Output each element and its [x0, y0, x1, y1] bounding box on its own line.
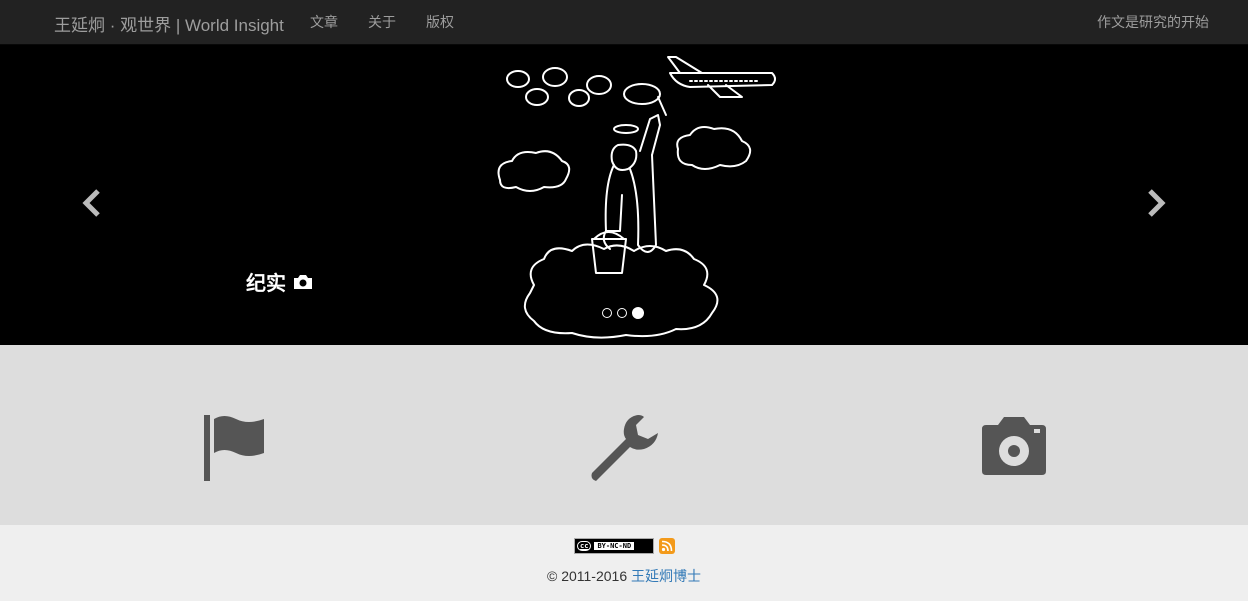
caption-text: 纪实	[246, 273, 286, 295]
camera-icon	[294, 274, 312, 289]
footer: cc BY-NC-ND © 2011-2016 王延炯博士	[0, 525, 1248, 601]
wrench-icon	[591, 415, 658, 481]
rss-button[interactable]	[659, 538, 675, 554]
carousel-next-button[interactable]	[1140, 183, 1170, 223]
footer-badges: cc BY-NC-ND	[574, 538, 675, 554]
nav-item-articles[interactable]: 文章	[310, 12, 338, 32]
cc-icon: cc	[577, 541, 592, 551]
carousel-indicator-2[interactable]	[617, 308, 627, 318]
carousel-indicator-1[interactable]	[602, 308, 612, 318]
rss-icon	[661, 540, 673, 552]
features-section	[0, 345, 1248, 525]
chevron-left-icon	[82, 189, 100, 217]
feature-camera-link[interactable]	[978, 413, 1050, 482]
copyright-text: © 2011-2016	[546, 568, 628, 584]
angel-illustration	[497, 56, 776, 339]
nav-item-about[interactable]: 关于	[368, 12, 396, 32]
navbar: 王延炯 · 观世界 | World Insight 文章 关于 版权 作文是研究…	[0, 0, 1248, 45]
carousel-prev-button[interactable]	[78, 183, 108, 223]
copyright: © 2011-2016 王延炯博士	[0, 566, 1248, 586]
carousel-indicators	[602, 307, 644, 319]
carousel-caption: 纪实	[246, 267, 314, 296]
feature-wrench-link[interactable]	[588, 413, 660, 490]
author-link[interactable]: 王延炯博士	[631, 568, 701, 584]
license-text: BY-NC-ND	[594, 542, 635, 550]
brand-link[interactable]: 王延炯 · 观世界 | World Insight	[54, 11, 284, 36]
carousel: 纪实	[0, 45, 1248, 345]
nav-item-writing[interactable]: 作文是研究的开始	[1097, 12, 1209, 32]
flag-icon	[204, 415, 264, 481]
camera-icon	[982, 417, 1046, 475]
chevron-right-icon	[1148, 189, 1166, 217]
feature-flag-link[interactable]	[202, 413, 266, 488]
nav-item-copyright[interactable]: 版权	[426, 12, 454, 32]
carousel-indicator-3[interactable]	[632, 307, 644, 319]
nav-links: 文章 关于 版权	[310, 12, 484, 32]
license-badge[interactable]: cc BY-NC-ND	[574, 538, 654, 554]
